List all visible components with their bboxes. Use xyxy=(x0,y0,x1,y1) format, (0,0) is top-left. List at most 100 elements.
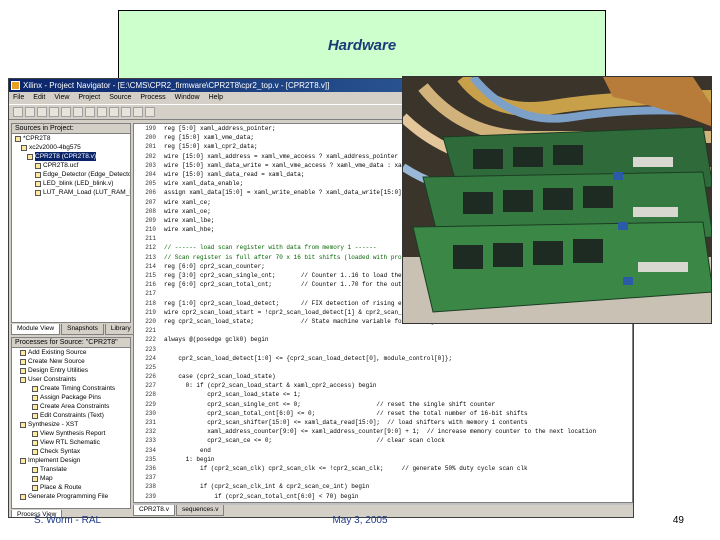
code-line[interactable]: 238 if (cpr2_scan_clk_int & cpr2_scan_ce… xyxy=(134,482,632,491)
code-text: wire xaml_oe; xyxy=(164,207,211,215)
line-number: 227 xyxy=(145,382,156,390)
menu-process[interactable]: Process xyxy=(140,92,165,104)
code-line[interactable]: 231 cpr2_scan_shifter[15:0] <= xaml_data… xyxy=(134,418,632,427)
source-item[interactable]: LUT_RAM_Load (LUT_RAM_Load.v) xyxy=(12,188,130,197)
source-item[interactable]: xc2v2000-4bg575 xyxy=(12,143,130,152)
find-icon[interactable] xyxy=(121,107,131,117)
menu-source[interactable]: Source xyxy=(109,92,131,104)
code-line[interactable]: 222 always @(posedge gclk0) begin xyxy=(134,335,632,344)
tab-library[interactable]: Library xyxy=(104,324,137,335)
menu-view[interactable]: View xyxy=(54,92,69,104)
line-number: 214 xyxy=(145,262,156,270)
menu-edit[interactable]: Edit xyxy=(33,92,45,104)
source-item[interactable]: CPR2T8.ucf xyxy=(12,161,130,170)
code-text: wire [15:0] xaml_data_write = xaml_vme_a… xyxy=(164,161,431,169)
code-line[interactable]: 223 xyxy=(134,345,632,354)
code-line[interactable]: 228 cpr2_scan_load_state <= 1; xyxy=(134,390,632,399)
code-line[interactable]: 221 xyxy=(134,326,632,335)
process-item[interactable]: Generate Programming File xyxy=(12,492,130,501)
code-line[interactable]: 229 cpr2_scan_single_cnt <= 0; // reset … xyxy=(134,400,632,409)
sources-panel-title: Sources in Project: xyxy=(12,124,130,134)
copy-icon[interactable] xyxy=(73,107,83,117)
menu-help[interactable]: Help xyxy=(209,92,223,104)
code-text: assign xaml_data[15:0] = xaml_write_enab… xyxy=(164,189,435,197)
line-number: 228 xyxy=(145,391,156,399)
process-item[interactable]: Create Timing Constraints xyxy=(12,384,130,393)
code-text: if (cpr2_scan_clk_int & cpr2_scan_ce_int… xyxy=(164,483,370,491)
code-text: 0: if (cpr2_scan_load_start & xaml_cpr2_… xyxy=(164,382,377,390)
line-number: 199 xyxy=(145,125,156,132)
code-line[interactable]: 237 xyxy=(134,473,632,482)
process-item[interactable]: Map xyxy=(12,474,130,483)
process-item[interactable]: Create New Source xyxy=(12,357,130,366)
process-item[interactable]: Translate xyxy=(12,465,130,474)
code-line[interactable]: 230 cpr2_scan_total_cnt[6:0] <= 0; // re… xyxy=(134,409,632,418)
line-number: 236 xyxy=(145,464,156,472)
tab-module-view[interactable]: Module View xyxy=(11,324,61,335)
process-item[interactable]: View Synthesis Report xyxy=(12,429,130,438)
process-icon xyxy=(20,349,26,356)
menu-project[interactable]: Project xyxy=(78,92,100,104)
print-icon[interactable] xyxy=(49,107,59,117)
process-item[interactable]: Implement Design xyxy=(12,456,130,465)
process-item[interactable]: Edit Constraints (Text) xyxy=(12,411,130,420)
menu-file[interactable]: File xyxy=(13,92,24,104)
line-number: 222 xyxy=(145,336,156,344)
run-icon[interactable] xyxy=(133,107,143,117)
line-number: 238 xyxy=(145,483,156,491)
process-item[interactable]: Create Area Constraints xyxy=(12,402,130,411)
process-item[interactable]: Add Existing Source xyxy=(12,348,130,357)
sources-panel: Sources in Project: *CPR2T8 xc2v2000-4bg… xyxy=(11,123,131,323)
stop-icon[interactable] xyxy=(145,107,155,117)
code-line[interactable]: 239 if (cpr2_scan_total_cnt[6:0] < 70) b… xyxy=(134,492,632,501)
line-number: 201 xyxy=(145,143,156,151)
footer-date: May 3, 2005 xyxy=(332,515,388,526)
code-line[interactable]: 233 cpr2_scan_ce <= 0; // clear scan clo… xyxy=(134,436,632,445)
line-number: 210 xyxy=(145,226,156,234)
code-line[interactable]: 234 end xyxy=(134,446,632,455)
page-number: 49 xyxy=(672,515,684,526)
cut-icon[interactable] xyxy=(61,107,71,117)
code-text: end xyxy=(164,446,211,454)
new-file-icon[interactable] xyxy=(13,107,23,117)
source-item[interactable]: *CPR2T8 xyxy=(12,134,130,143)
line-number: 225 xyxy=(145,363,156,371)
process-item[interactable]: Design Entry Utilities xyxy=(12,366,130,375)
code-line[interactable]: 224 cpr2_scan_load_detect[1:0] <= {cpr2_… xyxy=(134,354,632,363)
code-line[interactable]: 235 1: begin xyxy=(134,455,632,464)
undo-icon[interactable] xyxy=(97,107,107,117)
code-line[interactable]: 225 xyxy=(134,363,632,372)
source-item[interactable]: CPR2T8 (CPR2T8.v) xyxy=(12,152,130,161)
redo-icon[interactable] xyxy=(109,107,119,117)
process-icon xyxy=(20,421,26,428)
code-line[interactable]: 232 xaml_address_counter[9:0] <= xaml_ad… xyxy=(134,427,632,436)
paste-icon[interactable] xyxy=(85,107,95,117)
process-item[interactable]: User Constraints xyxy=(12,375,130,384)
line-number: 202 xyxy=(145,152,156,160)
process-item[interactable]: Synthesize - XST xyxy=(12,420,130,429)
save-icon[interactable] xyxy=(37,107,47,117)
code-text: if (cpr2_scan_clk) cpr2_scan_clk <= !cpr… xyxy=(164,464,528,472)
line-number: 205 xyxy=(145,180,156,188)
code-line[interactable]: 236 if (cpr2_scan_clk) cpr2_scan_clk <= … xyxy=(134,464,632,473)
verilog-module-icon xyxy=(35,189,41,196)
line-number: 235 xyxy=(145,455,156,463)
source-item[interactable]: LED_blink (LED_blink.v) xyxy=(12,179,130,188)
tab-snapshots[interactable]: Snapshots xyxy=(61,324,104,335)
process-item[interactable]: Place & Route xyxy=(12,483,130,492)
open-file-icon[interactable] xyxy=(25,107,35,117)
code-line[interactable]: 226 case (cpr2_scan_load_state) xyxy=(134,372,632,381)
source-item[interactable]: Edge_Detector (Edge_Detector.v) xyxy=(12,170,130,179)
check-icon xyxy=(32,448,38,455)
process-item[interactable]: Check Syntax xyxy=(12,447,130,456)
menu-window[interactable]: Window xyxy=(175,92,200,104)
process-icon xyxy=(32,466,38,473)
process-item[interactable]: Assign Package Pins xyxy=(12,393,130,402)
line-number: 218 xyxy=(145,299,156,307)
line-number: 226 xyxy=(145,373,156,381)
process-item[interactable]: View RTL Schematic xyxy=(12,438,130,447)
line-number: 221 xyxy=(145,327,156,335)
code-line[interactable]: 227 0: if (cpr2_scan_load_start & xaml_c… xyxy=(134,381,632,390)
verilog-module-icon xyxy=(27,153,33,160)
schematic-icon xyxy=(32,439,38,446)
